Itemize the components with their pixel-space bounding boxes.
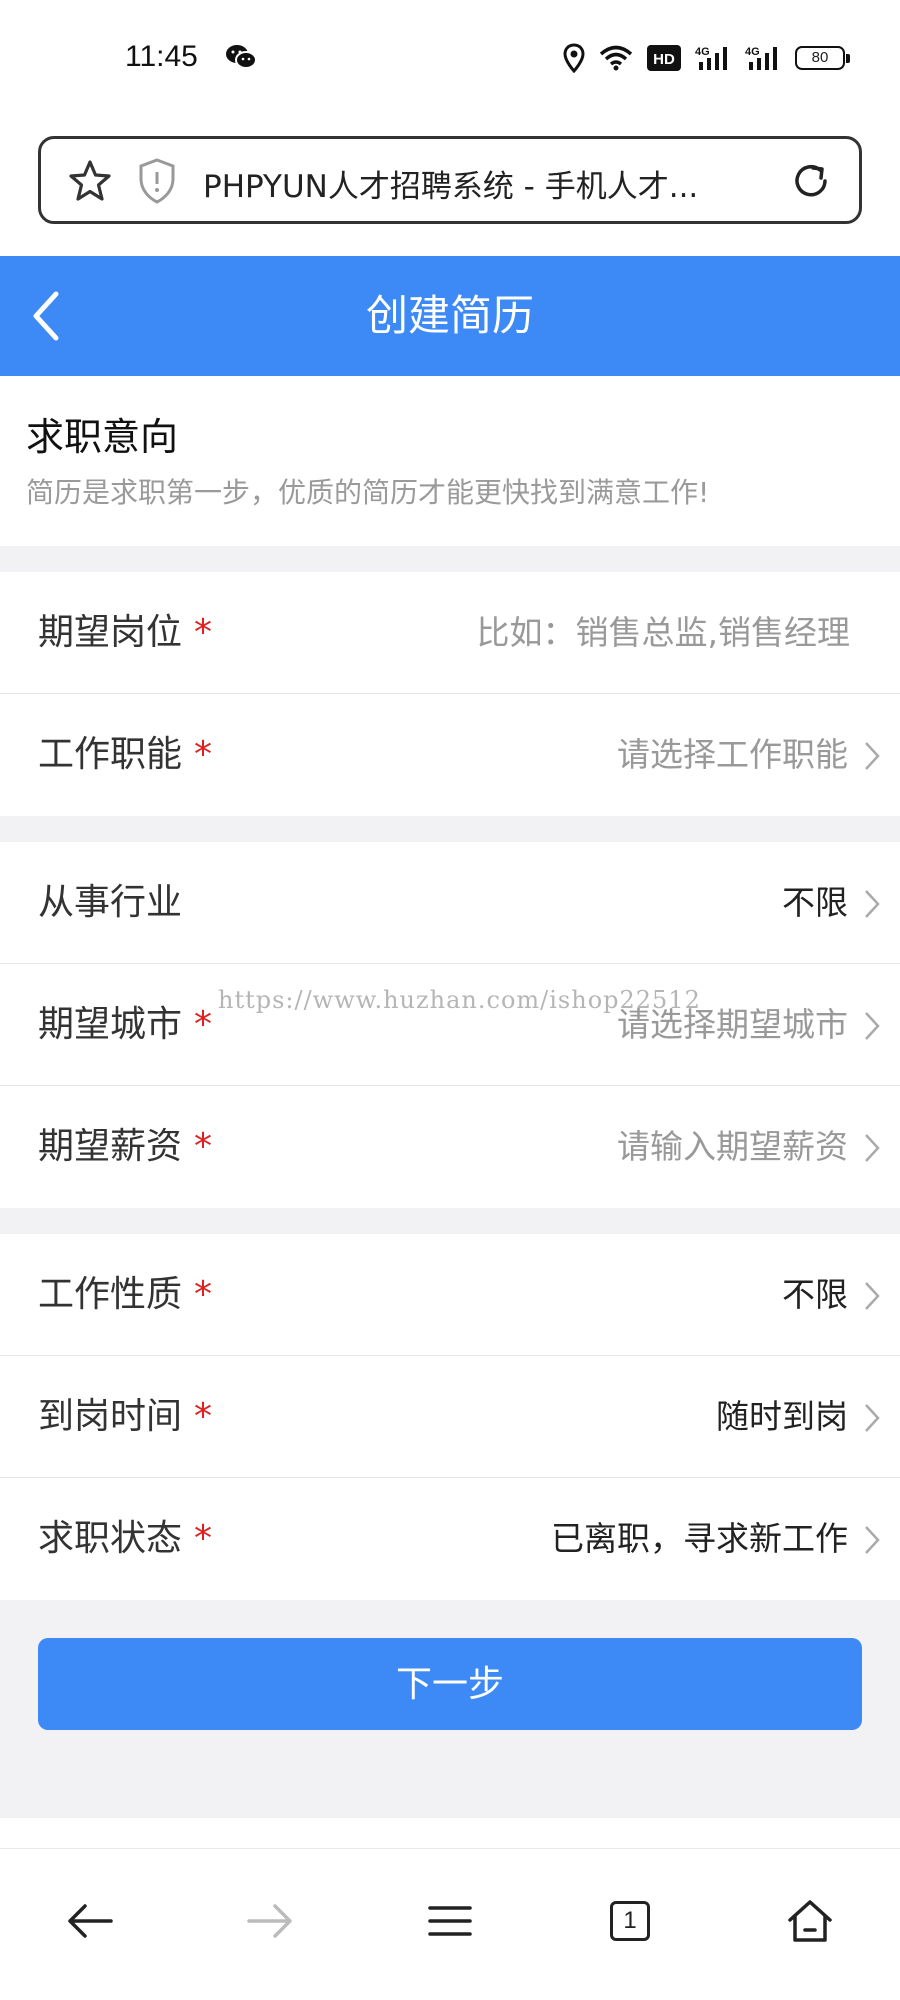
chevron-right-icon: [865, 1282, 880, 1310]
chevron-right-icon: [865, 742, 880, 770]
next-step-button[interactable]: 下一步: [38, 1638, 862, 1730]
chevron-right-icon: [865, 1134, 880, 1162]
field-label: 期望薪资 *: [38, 1126, 213, 1167]
expected-position-input[interactable]: 比如：销售总监,销售经理: [477, 572, 851, 694]
required-mark: *: [194, 1274, 213, 1315]
hd-icon: HD: [647, 45, 681, 71]
section-description: 简历是求职第一步，优质的简历才能更快找到满意工作!: [26, 476, 710, 509]
status-icons: HD 4G 4G 80: [563, 42, 850, 74]
address-bar[interactable]: PHPYUN人才招聘系统 - 手机人才...: [38, 136, 862, 224]
chevron-right-icon: [865, 1012, 880, 1040]
section-divider: [0, 546, 900, 572]
field-label: 期望城市 *: [38, 1004, 213, 1045]
url-text[interactable]: PHPYUN人才招聘系统 - 手机人才...: [203, 161, 783, 206]
job-status-select[interactable]: 已离职，寻求新工作: [551, 1478, 848, 1600]
app-header: 创建简历: [0, 256, 900, 376]
signal-4g-icon: 4G: [695, 46, 727, 70]
job-function-select[interactable]: 请选择工作职能: [617, 694, 848, 816]
chevron-right-icon: [865, 1526, 880, 1554]
status-bar: 11:45 HD 4G 4G 80: [0, 0, 900, 120]
chevron-right-icon: [865, 1404, 880, 1432]
field-label: 从事行业: [38, 882, 183, 923]
start-time-select[interactable]: 随时到岗: [716, 1356, 848, 1478]
reload-icon[interactable]: [787, 157, 835, 205]
required-mark: *: [194, 1396, 213, 1437]
browser-bottom-nav: 1: [0, 1848, 900, 2000]
form-row-expected-salary[interactable]: 期望薪资 * 请输入期望薪资: [0, 1086, 900, 1208]
section-intro: 求职意向 简历是求职第一步，优质的简历才能更快找到满意工作!: [0, 376, 900, 546]
security-shield-icon[interactable]: [137, 157, 177, 205]
field-label: 工作性质 *: [38, 1274, 213, 1315]
tab-count-icon: 1: [610, 1901, 650, 1941]
chevron-right-icon: [865, 890, 880, 918]
wechat-icon: [226, 45, 257, 69]
arrow-right-icon: [247, 1904, 292, 1938]
svg-text:4G: 4G: [695, 46, 710, 58]
arrow-left-icon: [68, 1904, 113, 1938]
nav-tabs-button[interactable]: 1: [600, 1891, 660, 1951]
form-row-expected-position[interactable]: 期望岗位 * 比如：销售总监,销售经理: [0, 572, 900, 694]
required-mark: *: [194, 1126, 213, 1167]
nav-home-button[interactable]: [780, 1891, 840, 1951]
battery-indicator: 80: [795, 46, 850, 70]
field-label: 求职状态 *: [38, 1518, 213, 1559]
field-label: 工作职能 *: [38, 734, 213, 775]
expected-city-select[interactable]: 请选择期望城市: [617, 964, 848, 1086]
wifi-icon: [599, 45, 633, 71]
form-row-industry[interactable]: 从事行业 不限: [0, 842, 900, 964]
form-row-job-function[interactable]: 工作职能 * 请选择工作职能: [0, 694, 900, 816]
section-title: 求职意向: [26, 415, 179, 459]
signal-4g-icon: 4G: [745, 46, 777, 70]
required-mark: *: [194, 1518, 213, 1559]
nav-back-button[interactable]: [60, 1891, 120, 1951]
page-title: 创建简历: [365, 291, 534, 340]
field-label: 期望岗位 *: [38, 612, 213, 653]
required-mark: *: [194, 612, 213, 653]
section-divider: [0, 1208, 900, 1234]
svg-text:4G: 4G: [745, 46, 760, 58]
location-icon: [563, 43, 585, 73]
home-icon: [788, 1900, 832, 1942]
nav-menu-button[interactable]: [420, 1891, 480, 1951]
section-divider: [0, 816, 900, 842]
status-time: 11:45: [125, 40, 198, 73]
industry-select[interactable]: 不限: [782, 842, 848, 964]
expected-salary-select[interactable]: 请输入期望薪资: [617, 1086, 848, 1208]
bookmark-star-icon[interactable]: [67, 159, 113, 203]
form-row-start-time[interactable]: 到岗时间 * 随时到岗: [0, 1356, 900, 1478]
required-mark: *: [194, 734, 213, 775]
form-row-job-type[interactable]: 工作性质 * 不限: [0, 1234, 900, 1356]
required-mark: *: [194, 1004, 213, 1045]
form-row-job-status[interactable]: 求职状态 * 已离职，寻求新工作: [0, 1478, 900, 1600]
svg-text:HD: HD: [653, 51, 675, 68]
job-type-select[interactable]: 不限: [782, 1234, 848, 1356]
nav-forward-button[interactable]: [240, 1891, 300, 1951]
field-label: 到岗时间 *: [38, 1396, 213, 1437]
form-row-expected-city[interactable]: 期望城市 * 请选择期望城市: [0, 964, 900, 1086]
menu-icon: [428, 1906, 472, 1936]
watermark: https://www.huzhan.com/ishop22512: [218, 986, 701, 1014]
action-area: 下一步: [0, 1600, 900, 1818]
